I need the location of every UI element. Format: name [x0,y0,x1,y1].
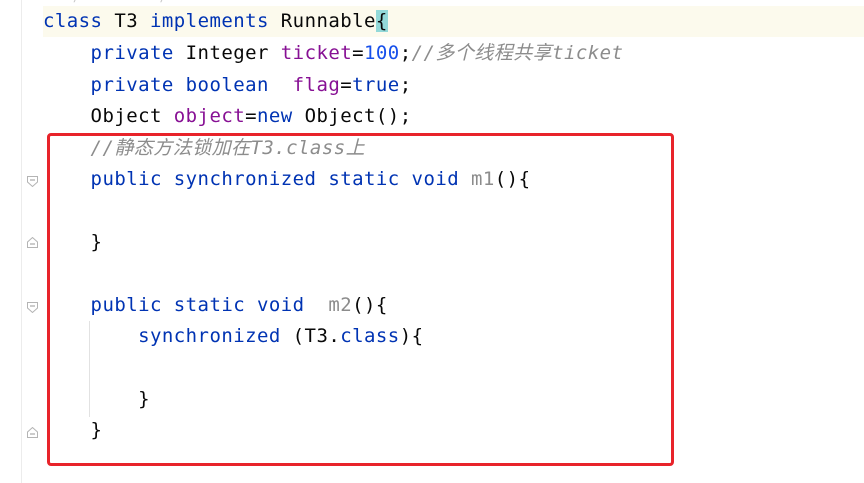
code-token: (T3. [292,325,341,347]
gutter-separator [21,0,22,483]
code-token: //多个线程共享ticket [411,42,624,64]
code-token: implements [150,10,281,32]
code-token: ){ [399,325,424,347]
code-token: 100 [364,42,400,64]
code-line[interactable]: public synchronized static void m1(){ [43,164,530,195]
code-token: = [245,105,258,127]
code-token: class [340,325,400,347]
code-line[interactable]: Object object=new Object(); [43,101,412,132]
code-token: ticket [280,42,353,64]
code-token: = [352,42,365,64]
code-token: flag [292,74,341,96]
code-token: private boolean [43,74,293,96]
code-token: } [43,388,151,410]
code-line[interactable]: //静态方法锁加在T3.class上 [43,133,365,164]
code-line[interactable]: synchronized (T3.class){ [43,321,423,352]
code-editor[interactable]: / / class T3 implements Runnable{ privat… [0,0,864,483]
code-token: (){ [352,294,388,316]
code-token: T3 [114,10,151,32]
code-token: (){ [494,168,531,190]
code-line[interactable]: } [43,384,150,415]
code-token: m1 [471,168,495,190]
fold-start-icon[interactable] [27,302,38,313]
code-token: = [340,74,353,96]
code-token: //静态方法锁加在T3.class上 [43,137,366,159]
code-token: ; [399,42,412,64]
code-token: private [43,42,186,64]
code-token: Object [43,105,174,127]
code-token: Object(); [304,105,412,127]
code-token: Integer [185,42,281,64]
code-line[interactable]: class T3 implements Runnable{ [43,6,388,37]
fold-start-icon[interactable] [27,176,38,187]
code-token: Runnable [280,10,376,32]
code-token: true [352,74,400,96]
fold-end-icon[interactable] [27,237,38,248]
code-token: new [257,105,305,127]
code-token: public static void [43,294,329,316]
code-line[interactable]: private boolean flag=true; [43,70,412,101]
code-token: m2 [328,294,353,316]
code-token: public synchronized static void [43,168,472,190]
code-token: object [173,105,246,127]
fold-end-icon[interactable] [27,427,38,438]
code-line[interactable]: private Integer ticket=100;//多个线程共享ticke… [43,38,623,69]
code-token: synchronized [43,325,293,347]
code-line[interactable]: public static void m2(){ [43,290,388,321]
code-line[interactable]: } [43,415,102,446]
code-token: { [375,10,388,32]
code-token: } [43,419,103,441]
code-token: class [43,10,115,32]
code-line[interactable]: } [43,227,102,258]
code-token: } [43,231,103,253]
code-token: ; [399,74,412,96]
